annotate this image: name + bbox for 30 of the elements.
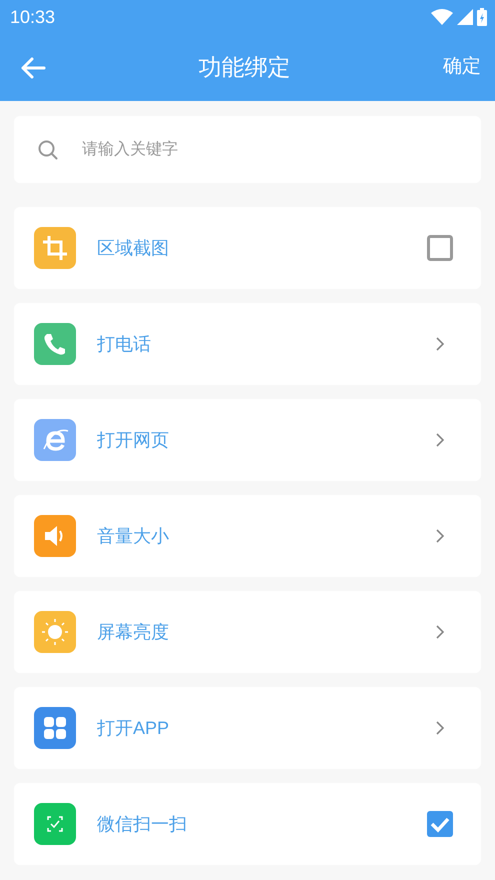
function-item[interactable]: 微信扫一扫 — [14, 783, 481, 865]
item-label: 区域截图 — [97, 236, 170, 260]
chevron-right-icon — [435, 432, 445, 448]
item-label: 打开网页 — [97, 428, 170, 452]
item-label: 打电话 — [97, 332, 152, 356]
chevron-right-icon — [435, 336, 445, 352]
chevron-right-icon — [435, 624, 445, 640]
item-label: 屏幕亮度 — [97, 620, 170, 644]
status-time: 10:33 — [10, 6, 56, 28]
battery-icon — [477, 8, 487, 26]
wifi-icon — [431, 9, 453, 25]
page-title: 功能绑定 — [198, 53, 290, 82]
signal-icon — [457, 9, 473, 25]
function-item[interactable]: 音量大小 — [14, 495, 481, 577]
chevron-right-icon — [435, 528, 445, 544]
function-item[interactable]: 区域截图 — [14, 207, 481, 289]
function-item[interactable]: 打电话 — [14, 303, 481, 385]
chevron-right-icon — [435, 720, 445, 736]
back-button[interactable] — [20, 56, 46, 78]
item-label: 微信扫一扫 — [97, 812, 188, 836]
function-item[interactable]: 屏幕亮度 — [14, 591, 481, 673]
item-label: 音量大小 — [97, 524, 170, 548]
function-item[interactable]: 打开APP — [14, 687, 481, 769]
function-item[interactable]: 打开网页 — [14, 399, 481, 481]
confirm-button[interactable]: 确定 — [443, 53, 481, 82]
checkbox[interactable] — [427, 811, 453, 837]
search-icon — [38, 140, 58, 160]
item-label: 打开APP — [97, 716, 170, 740]
checkbox[interactable] — [427, 235, 453, 261]
search-field[interactable]: 请输入关键字 — [14, 116, 481, 183]
